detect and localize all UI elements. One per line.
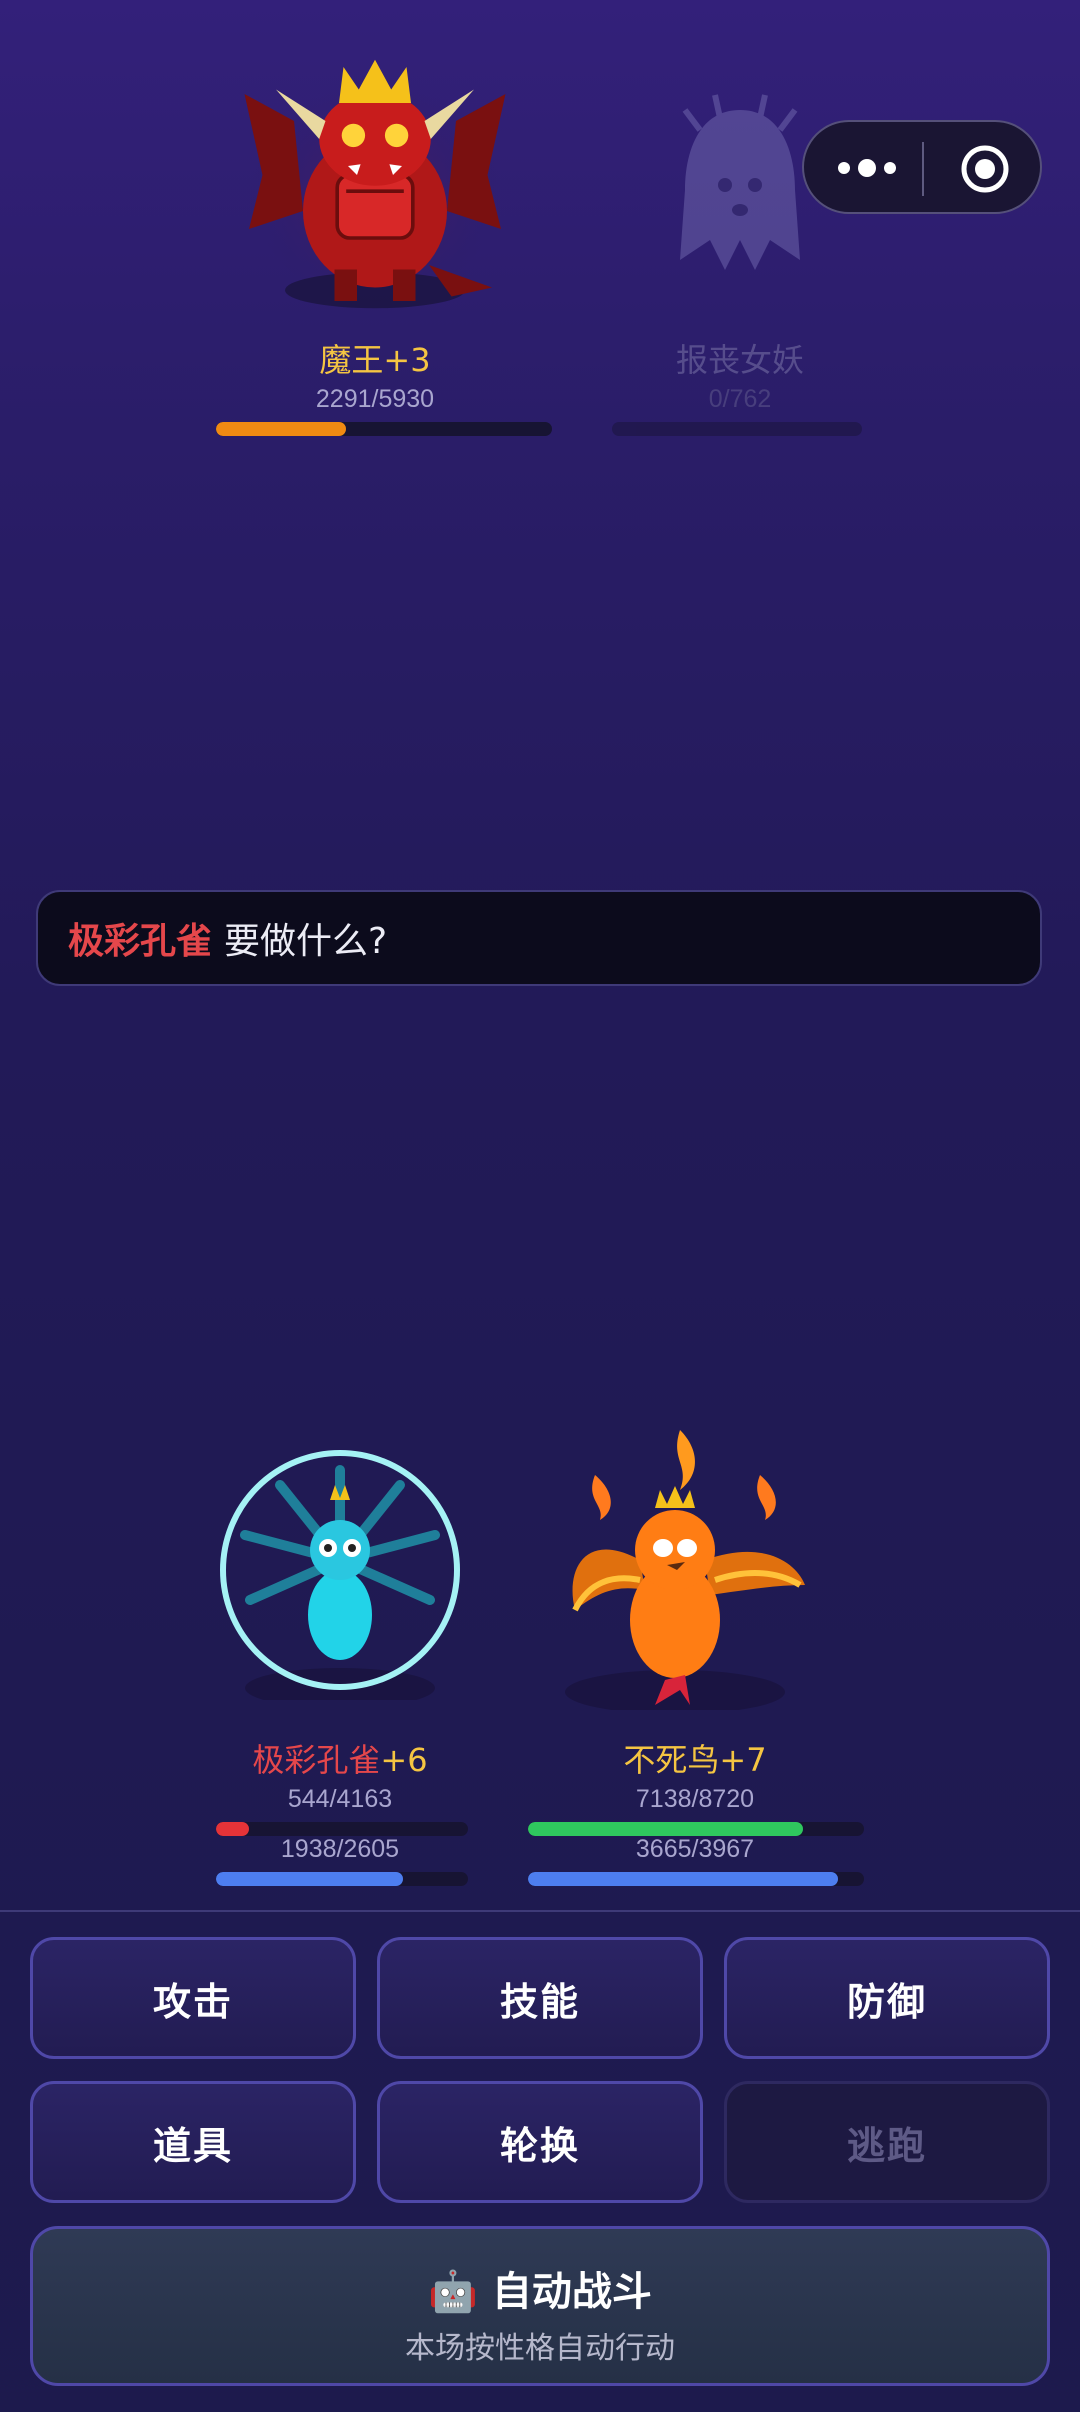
ally-name-text: 极彩孔雀 [252,1741,381,1779]
demon-king-sprite [244,59,506,309]
robot-icon: 🤖 [428,2269,478,2315]
enemy-hp-text: 2291/5930 [315,385,435,413]
ally-mp-text: 1938/2605 [280,1835,400,1863]
enemy-hp-text: 0/762 [708,385,772,413]
enemy-name: 报丧女妖 [675,341,804,379]
flee-button[interactable]: 逃跑 [724,2081,1050,2203]
enemy-name: 魔王+3 [210,335,540,381]
enemy-name-text: 魔王 [319,341,384,379]
auto-battle-subtitle: 本场按性格自动行动 [405,2331,675,2366]
ally-level: +7 [719,1741,767,1779]
panel-divider [0,1910,1080,1912]
ally-name: 极彩孔雀+6 [200,1735,480,1781]
ally-mp-bar [528,1872,864,1886]
auto-battle-button[interactable]: 🤖 自动战斗 本场按性格自动行动 [30,2226,1050,2386]
ally-level: +6 [380,1741,428,1779]
switch-button[interactable]: 轮换 [377,2081,703,2203]
ally-hp-bar [528,1822,864,1836]
ally-hp-text: 7138/8720 [635,1785,755,1813]
ally-name-text: 不死鸟 [623,1741,720,1779]
ally-hp-fill [528,1822,804,1836]
ally-mp-text: 3665/3967 [635,1835,755,1863]
enemy-banshee: 报丧女妖 0/762 [600,80,880,440]
ally-hp-bar [216,1822,468,1836]
ally-hp-text: 544/4163 [287,1785,393,1813]
ally-peacock[interactable]: 极彩孔雀+6 544/4163 1938/2605 [200,1440,480,1900]
prompt-question: 要做什么? [224,921,388,962]
enemy-hp-bar [612,422,862,436]
defend-button[interactable]: 防御 [724,1937,1050,2059]
auto-battle-label: 自动战斗 [491,2269,652,2315]
peacock-sprite [220,1450,460,1700]
enemy-hp-fill [216,422,346,436]
attack-button[interactable]: 攻击 [30,1937,356,2059]
ally-name: 不死鸟+7 [525,1735,865,1781]
capsule-divider [922,142,924,196]
target-icon[interactable] [960,144,1010,194]
action-prompt: 极彩孔雀 要做什么? [36,890,1042,986]
item-button[interactable]: 道具 [30,2081,356,2203]
ally-mp-fill [216,1872,404,1886]
enemy-demon-king[interactable]: 魔王+3 2291/5930 [210,30,552,450]
auto-battle-title: 🤖 自动战斗 [33,2259,1047,2317]
skill-button[interactable]: 技能 [377,1937,703,2059]
ally-hp-fill [216,1822,249,1836]
prompt-actor: 极彩孔雀 [68,921,213,962]
phoenix-sprite [565,1430,805,1710]
ally-mp-fill [528,1872,839,1886]
ally-mp-bar [216,1872,468,1886]
enemy-level: +3 [383,341,431,379]
banshee-sprite [680,94,800,270]
enemy-hp-bar [216,422,552,436]
ally-phoenix[interactable]: 不死鸟+7 7138/8720 3665/3967 [525,1420,865,1900]
